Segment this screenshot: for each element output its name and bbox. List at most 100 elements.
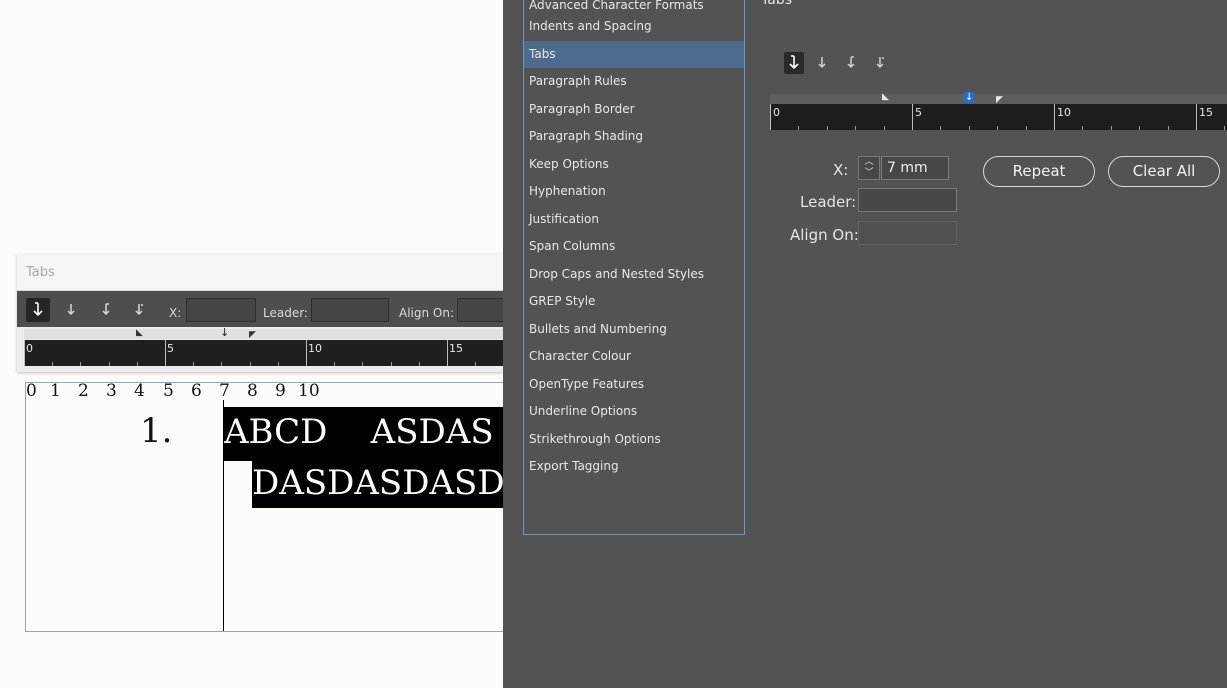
ruler-label-0: 0 bbox=[26, 342, 33, 355]
tab-ruler[interactable]: 0 5 10 15 bbox=[24, 340, 503, 366]
dialog-align-on-label: Align On: bbox=[790, 226, 859, 244]
ruler-tick bbox=[193, 362, 195, 366]
ruler-tick bbox=[855, 126, 857, 130]
dialog-right-tab-glyph-icon bbox=[847, 56, 855, 69]
dialog-ruler-label-10: 10 bbox=[1057, 106, 1071, 119]
selected-text-line-1[interactable]: ABCD ASDAS bbox=[224, 407, 504, 461]
list-number: 1. bbox=[140, 411, 173, 451]
tab-stop-marker-icon[interactable]: ↓ bbox=[220, 326, 229, 339]
category-grep-style[interactable]: GREP Style bbox=[524, 288, 744, 315]
leader-field[interactable] bbox=[311, 298, 389, 322]
center-tab-glyph-icon bbox=[67, 304, 75, 316]
clear-all-button[interactable]: Clear All bbox=[1108, 156, 1220, 187]
x-stepper[interactable]: ︿ ﹀ bbox=[858, 156, 880, 180]
x-label: X: bbox=[169, 306, 182, 320]
right-justified-tab-icon[interactable] bbox=[94, 298, 118, 322]
align-on-field[interactable] bbox=[457, 298, 503, 322]
category-justification[interactable]: Justification bbox=[524, 206, 744, 233]
digit-text: 7 bbox=[219, 381, 230, 401]
dialog-tab-ruler[interactable]: 0 5 10 15 bbox=[770, 104, 1227, 130]
text-frame[interactable]: 0 1 2 3 4 5 6 7 8 9 10 1. ABCD ASDAS DAS… bbox=[25, 381, 504, 632]
ruler-tick bbox=[221, 362, 223, 366]
x-position-field[interactable] bbox=[186, 298, 256, 322]
indent-marker-strip[interactable]: ◣ ↓ ◤ bbox=[24, 326, 503, 340]
digit-text: 8 bbox=[247, 381, 258, 401]
dialog-x-position-input[interactable]: 7 mm bbox=[881, 156, 949, 180]
paragraph-style-dialog: Advanced Character Formats Indents and S… bbox=[503, 0, 1227, 688]
ruler-tick bbox=[1082, 126, 1084, 130]
ruler-tick bbox=[968, 126, 970, 130]
digit-text: 0 bbox=[26, 381, 37, 401]
line1-text: ABCD ASDAS bbox=[224, 412, 494, 452]
category-keep-options[interactable]: Keep Options bbox=[524, 151, 744, 178]
digit-text: 9 bbox=[275, 381, 286, 401]
decimal-tab-icon[interactable] bbox=[127, 298, 151, 322]
align-on-label: Align On: bbox=[399, 306, 455, 320]
ruler-tick bbox=[249, 362, 251, 366]
dialog-left-tab-glyph-icon bbox=[789, 55, 799, 70]
category-span-columns[interactable]: Span Columns bbox=[524, 233, 744, 260]
ruler-tick bbox=[52, 362, 54, 366]
dialog-ruler-label-0: 0 bbox=[773, 106, 780, 119]
category-export-tagging[interactable]: Export Tagging bbox=[524, 453, 744, 480]
dialog-tab-stop-marker-icon[interactable]: ↓ bbox=[964, 92, 975, 103]
digit-text: 2 bbox=[78, 381, 89, 401]
dialog-ruler-label-15: 15 bbox=[1199, 106, 1213, 119]
left-indent-marker-icon[interactable]: ◤ bbox=[249, 330, 256, 340]
dialog-right-tab-icon[interactable] bbox=[841, 52, 861, 74]
digit-text: 1 bbox=[50, 381, 61, 401]
dialog-decimal-tab-glyph-icon bbox=[876, 57, 884, 69]
category-opentype-features[interactable]: OpenType Features bbox=[524, 371, 744, 398]
dialog-align-on-input[interactable] bbox=[858, 221, 957, 245]
right-tab-glyph-icon bbox=[102, 303, 110, 316]
digit-text: 10 bbox=[298, 381, 320, 401]
repeat-button[interactable]: Repeat bbox=[983, 156, 1095, 187]
selected-text-line-2[interactable]: DASDASDASD bbox=[252, 459, 504, 508]
digit-text: 6 bbox=[191, 381, 202, 401]
digit-text: 4 bbox=[134, 381, 145, 401]
ruler-tick bbox=[362, 362, 364, 366]
category-character-colour[interactable]: Character Colour bbox=[524, 343, 744, 370]
center-justified-tab-icon[interactable] bbox=[59, 298, 83, 322]
category-paragraph-rules[interactable]: Paragraph Rules bbox=[524, 68, 744, 95]
ruler-tick bbox=[1025, 126, 1027, 130]
first-line-indent-marker-icon[interactable]: ◣ bbox=[136, 328, 143, 338]
category-tabs[interactable]: Tabs bbox=[524, 41, 744, 68]
category-drop-caps[interactable]: Drop Caps and Nested Styles bbox=[524, 261, 744, 288]
ruler-tick bbox=[883, 126, 885, 130]
category-list[interactable]: Advanced Character Formats Indents and S… bbox=[523, 0, 745, 535]
dialog-indent-marker-strip[interactable]: ◣ ↓ ◤ bbox=[770, 92, 1227, 105]
category-indents-and-spacing[interactable]: Indents and Spacing bbox=[524, 13, 744, 40]
dialog-center-tab-glyph-icon bbox=[818, 57, 826, 69]
dialog-leader-input[interactable] bbox=[858, 188, 957, 212]
ruler-tick bbox=[108, 362, 110, 366]
left-justified-tab-icon[interactable] bbox=[26, 298, 50, 322]
dialog-leader-label: Leader: bbox=[800, 193, 857, 211]
ruler-tick bbox=[475, 362, 477, 366]
category-paragraph-border[interactable]: Paragraph Border bbox=[524, 96, 744, 123]
ruler-tick bbox=[1224, 126, 1226, 130]
dialog-x-label: X: bbox=[833, 161, 849, 179]
category-paragraph-shading[interactable]: Paragraph Shading bbox=[524, 123, 744, 150]
category-hyphenation[interactable]: Hyphenation bbox=[524, 178, 744, 205]
dialog-center-tab-icon[interactable] bbox=[812, 52, 832, 74]
ruler-tick bbox=[277, 362, 279, 366]
dialog-ruler-label-5: 5 bbox=[915, 106, 922, 119]
ruler-tick bbox=[136, 362, 138, 366]
ruler-tick bbox=[418, 362, 420, 366]
chevron-up-icon[interactable]: ︿ bbox=[859, 157, 879, 168]
ruler-tick bbox=[390, 362, 392, 366]
dialog-first-line-indent-marker-icon[interactable]: ◣ bbox=[882, 92, 889, 102]
dialog-decimal-tab-icon[interactable] bbox=[870, 52, 890, 74]
category-underline-options[interactable]: Underline Options bbox=[524, 398, 744, 425]
ruler-tick bbox=[798, 126, 800, 130]
category-strikethrough-options[interactable]: Strikethrough Options bbox=[524, 426, 744, 453]
left-tab-glyph-icon bbox=[33, 302, 43, 317]
category-bullets-and-numbering[interactable]: Bullets and Numbering bbox=[524, 316, 744, 343]
line2-text: DASDASDASD bbox=[252, 463, 504, 503]
dialog-left-tab-icon[interactable] bbox=[784, 52, 804, 74]
tabs-panel-title-bar[interactable]: Tabs bbox=[17, 254, 503, 291]
tabs-panel-toolbar: X: Leader: Align On: bbox=[17, 291, 503, 327]
digit-text: 3 bbox=[106, 381, 117, 401]
chevron-down-icon[interactable]: ﹀ bbox=[859, 168, 879, 179]
